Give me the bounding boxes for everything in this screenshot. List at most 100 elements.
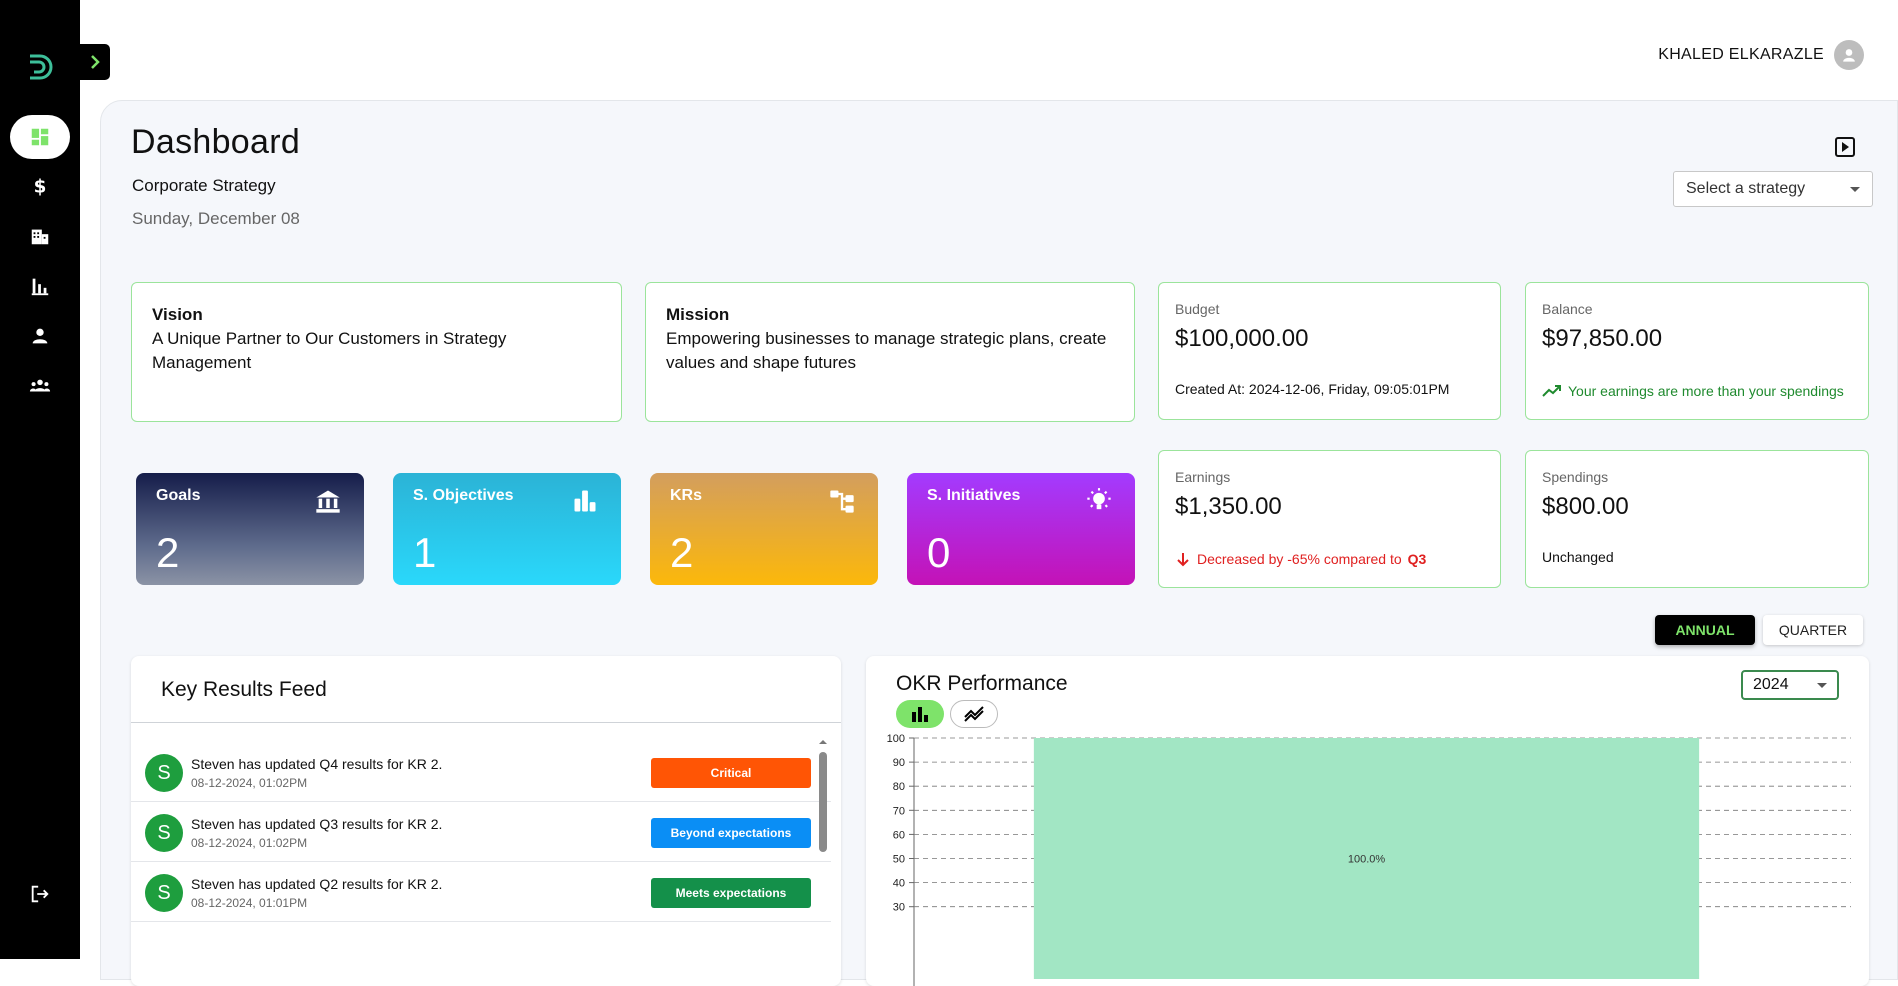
y-tick-label: 80 [893, 781, 905, 793]
logout-button[interactable] [10, 872, 70, 916]
okr-performance-chart: 30 40 50 60 70 80 90 100 100.0% [887, 733, 1851, 986]
y-tick-label: 100 [887, 733, 905, 745]
earnings-note-period: Q3 [1407, 551, 1427, 567]
building-icon [31, 229, 49, 245]
main-content: Dashboard Corporate Strategy Sunday, Dec… [100, 100, 1898, 986]
y-tick-label: 90 [893, 757, 905, 769]
arrow-down-icon [1177, 553, 1189, 567]
kpi-objectives[interactable]: S. Objectives 1 [393, 473, 621, 585]
balance-note-text: Your earnings are more than your spendin… [1568, 383, 1844, 399]
list-item[interactable]: S Steven has updated Q4 results for KR 2… [131, 742, 831, 802]
vision-card: Vision A Unique Partner to Our Customers… [131, 282, 622, 422]
annual-button[interactable]: ANNUAL [1655, 615, 1755, 645]
list-item[interactable]: S Steven has updated Q2 results for KR 2… [131, 862, 831, 922]
tree-icon [830, 490, 854, 513]
nav-team[interactable] [10, 364, 70, 408]
kpi-objectives-value: 1 [413, 529, 437, 576]
spendings-value: $800.00 [1542, 493, 1629, 520]
logout-icon [31, 885, 49, 903]
nav-organization[interactable] [10, 214, 70, 258]
vision-text: A Unique Partner to Our Customers in Str… [152, 329, 507, 372]
okr-title: OKR Performance [896, 672, 1068, 695]
vision-title: Vision [152, 305, 203, 324]
chevron-right-icon [91, 55, 100, 69]
mission-title: Mission [666, 305, 730, 324]
line-chart-icon [964, 706, 984, 722]
lightbulb-icon [1087, 488, 1111, 510]
balance-card: Balance $97,850.00 Your earnings are mor… [1525, 282, 1869, 420]
avatar: S [145, 814, 183, 852]
mission-text: Empowering businesses to manage strategi… [666, 329, 1107, 372]
year-select-value: 2024 [1753, 676, 1789, 693]
person-icon [32, 328, 48, 344]
earnings-note: Decreased by -65% compared to Q3 [1175, 551, 1426, 567]
avatar: S [145, 874, 183, 912]
strategy-select[interactable]: Select a strategy [1673, 171, 1873, 207]
current-date: Sunday, December 08 [132, 209, 300, 228]
earnings-card: Earnings $1,350.00 Decreased by -65% com… [1158, 450, 1501, 588]
svg-text:$: $ [34, 176, 47, 197]
year-select[interactable]: 2024 [1741, 670, 1839, 700]
feed-scrollbar[interactable] [819, 736, 827, 866]
page-subtitle: Corporate Strategy [132, 176, 276, 195]
scroll-up-icon[interactable] [819, 738, 827, 746]
kpi-krs-label: KRs [670, 487, 703, 504]
y-tick-label: 50 [893, 854, 905, 866]
nav-dashboard[interactable] [10, 115, 70, 159]
budget-value: $100,000.00 [1175, 325, 1309, 352]
kpi-krs[interactable]: KRs 2 [650, 473, 878, 585]
nav-finance[interactable]: $ [10, 164, 70, 208]
sidebar: $ [0, 0, 80, 959]
kpi-initiatives-label: S. Initiatives [927, 487, 1021, 504]
avatar[interactable] [1834, 40, 1864, 70]
y-tick-label: 30 [893, 902, 905, 914]
earnings-label: Earnings [1175, 469, 1231, 485]
avatar: S [145, 754, 183, 792]
spendings-card: Spendings $800.00 Unchanged [1525, 450, 1869, 588]
user-icon [1843, 49, 1855, 62]
quarter-button[interactable]: QUARTER [1763, 615, 1863, 645]
y-tick-label: 70 [893, 805, 905, 817]
budget-created: Created At: 2024-12-06, Friday, 09:05:01… [1175, 381, 1450, 397]
kpi-goals[interactable]: Goals 2 [136, 473, 364, 585]
budget-label: Budget [1175, 301, 1220, 317]
feed-item-text: Steven has updated Q4 results for KR 2. [191, 756, 443, 772]
strategy-select-value: Select a strategy [1686, 180, 1806, 197]
caret-down-icon [1850, 186, 1860, 192]
kpi-initiatives[interactable]: S. Initiatives 0 [907, 473, 1135, 585]
group-icon [29, 379, 51, 392]
nav-profile[interactable] [10, 314, 70, 358]
play-icon[interactable] [1835, 137, 1855, 157]
balance-value: $97,850.00 [1542, 325, 1663, 352]
feed-title: Key Results Feed [161, 678, 327, 701]
budget-card: Budget $100,000.00 Created At: 2024-12-0… [1158, 282, 1501, 420]
app-logo[interactable] [26, 52, 56, 82]
sidebar-toggle-button[interactable] [80, 44, 110, 80]
page-title: Dashboard [131, 123, 301, 161]
earnings-value: $1,350.00 [1175, 493, 1282, 520]
kpi-initiatives-value: 0 [927, 529, 951, 576]
bar-chart-icon [574, 490, 596, 512]
trending-up-icon [1542, 385, 1561, 397]
line-chart-toggle[interactable] [950, 700, 998, 728]
bar-chart-icon [912, 707, 928, 722]
feed-item-text: Steven has updated Q2 results for KR 2. [191, 876, 443, 892]
kpi-goals-value: 2 [156, 529, 180, 576]
nav-reports[interactable] [10, 264, 70, 308]
kpi-objectives-label: S. Objectives [413, 487, 514, 504]
user-name: KHALED ELKARAZLE [1658, 46, 1824, 63]
earnings-note-text: Decreased by -65% compared to [1197, 551, 1402, 567]
feed-item-text: Steven has updated Q3 results for KR 2. [191, 816, 443, 832]
spendings-note: Unchanged [1542, 549, 1614, 565]
list-item[interactable]: S Steven has updated Q3 results for KR 2… [131, 802, 831, 862]
bar-chart-toggle[interactable] [896, 700, 944, 728]
dashboard-icon [31, 128, 49, 146]
status-badge: Meets expectations [651, 878, 811, 908]
user-menu[interactable]: KHALED ELKARAZLE [1658, 40, 1864, 70]
balance-label: Balance [1542, 301, 1593, 317]
y-tick-label: 60 [893, 829, 905, 841]
feed-scrollbar-thumb[interactable] [819, 752, 827, 852]
bar-chart-icon [31, 278, 49, 296]
spendings-label: Spendings [1542, 469, 1609, 485]
feed-item-time: 08-12-2024, 01:02PM [191, 776, 308, 790]
